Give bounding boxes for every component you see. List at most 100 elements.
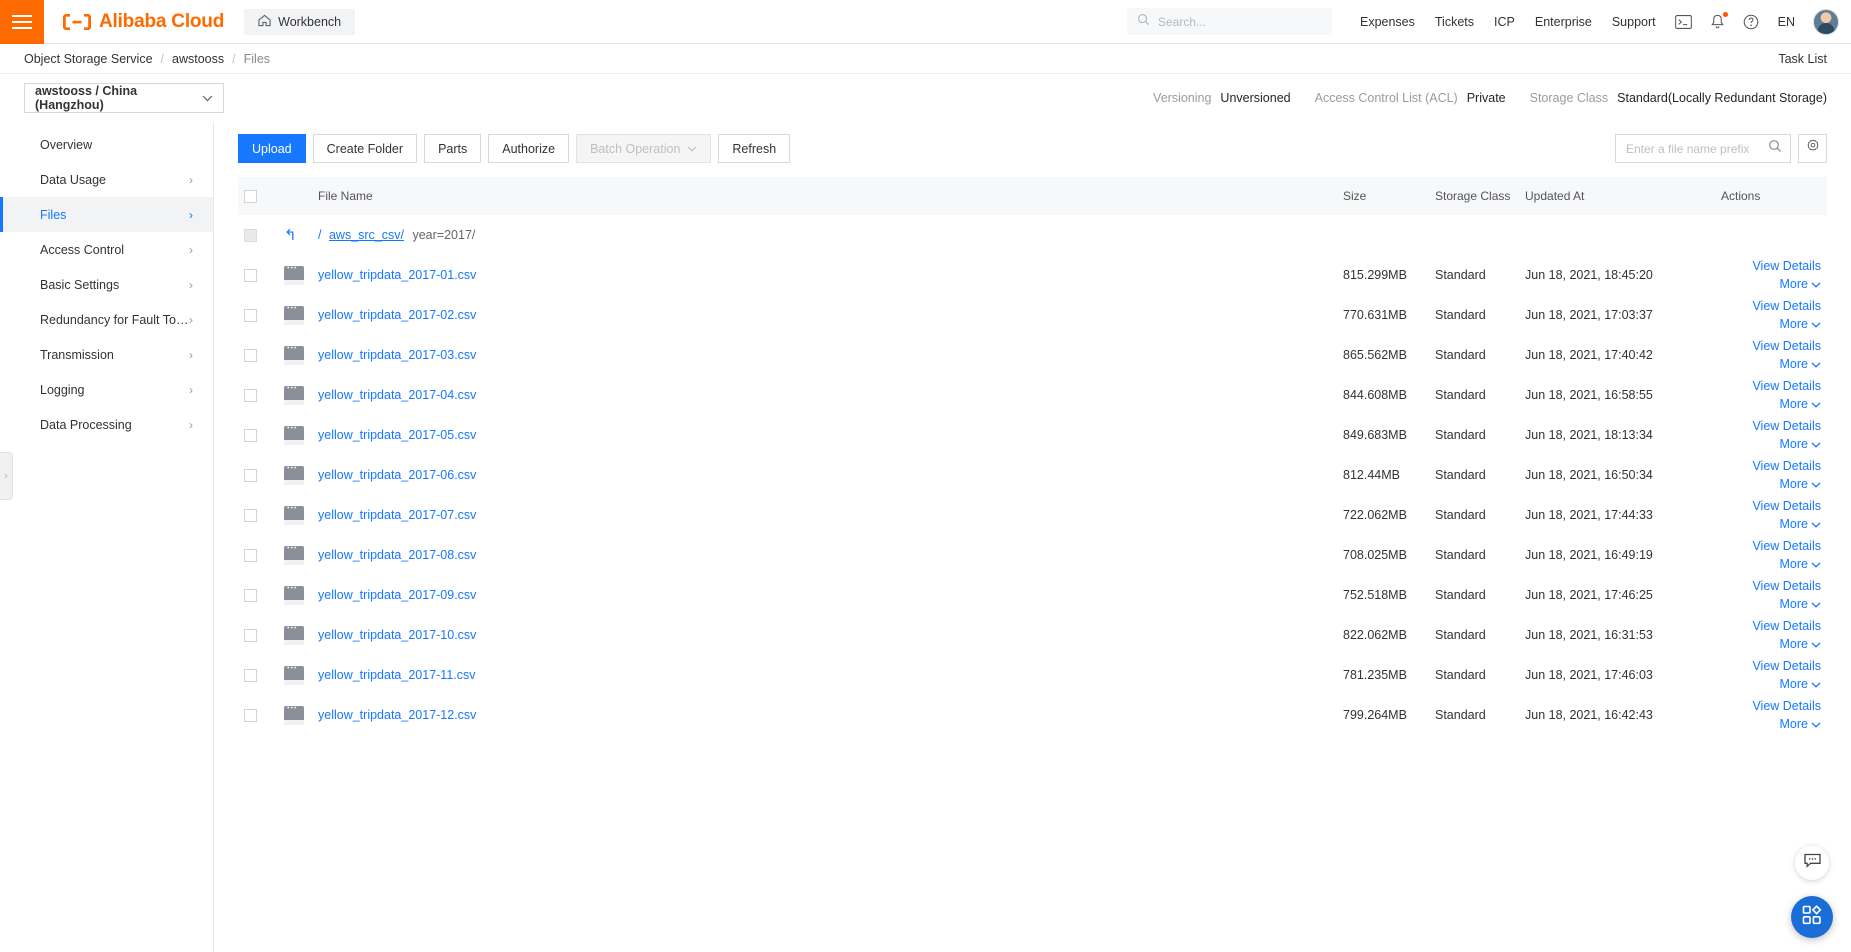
file-name-link[interactable]: yellow_tripdata_2017-07.csv [318,508,476,522]
view-details-link[interactable]: View Details [1721,537,1821,555]
file-name-link[interactable]: yellow_tripdata_2017-05.csv [318,428,476,442]
apps-launcher-button[interactable] [1791,896,1833,938]
row-checkbox[interactable] [244,389,257,403]
bucket-selector[interactable]: awstooss / China (Hangzhou) [24,83,224,113]
more-actions-label: More [1779,316,1808,331]
row-checkbox[interactable] [244,669,257,683]
more-actions-button[interactable]: More [1721,595,1821,614]
row-checkbox[interactable] [244,269,257,283]
chevron-right-icon: › [189,242,193,257]
path-row-checkbox-cell [238,215,278,255]
go-up-arrow-icon[interactable]: ↰ [284,227,297,244]
upload-button[interactable]: Upload [238,134,306,163]
sidebar-collapse-toggle[interactable]: › [0,452,13,500]
row-checkbox[interactable] [244,309,257,323]
path-parent-link[interactable]: aws_src_csv/ [329,228,404,242]
more-actions-button[interactable]: More [1721,515,1821,534]
path-root[interactable]: / [318,228,321,242]
file-name-link[interactable]: yellow_tripdata_2017-10.csv [318,628,476,642]
sidebar-item-access-control[interactable]: Access Control › [0,232,213,267]
chevron-right-icon: › [189,312,193,327]
file-prefix-search[interactable] [1615,134,1791,163]
search-icon[interactable] [1768,139,1782,158]
row-checkbox[interactable] [244,589,257,603]
row-checkbox[interactable] [244,709,257,723]
nav-support[interactable]: Support [1602,15,1666,29]
view-details-link[interactable]: View Details [1721,457,1821,475]
row-checkbox[interactable] [244,469,257,483]
search-icon [1137,13,1150,31]
nav-enterprise[interactable]: Enterprise [1525,15,1602,29]
file-name-link[interactable]: yellow_tripdata_2017-06.csv [318,468,476,482]
brand-logo[interactable]: Alibaba Cloud [62,11,224,33]
create-folder-button[interactable]: Create Folder [312,134,418,163]
view-details-link[interactable]: View Details [1721,417,1821,435]
parts-button[interactable]: Parts [424,134,482,163]
more-actions-button[interactable]: More [1721,715,1821,734]
sidebar-item-data-usage[interactable]: Data Usage › [0,162,213,197]
view-details-link[interactable]: View Details [1721,377,1821,395]
nav-expenses[interactable]: Expenses [1350,15,1425,29]
more-actions-button[interactable]: More [1721,675,1821,694]
language-selector[interactable]: EN [1768,15,1805,29]
user-avatar[interactable] [1813,8,1839,35]
view-details-link[interactable]: View Details [1721,497,1821,515]
view-details-link[interactable]: View Details [1721,697,1821,715]
more-actions-button[interactable]: More [1721,435,1821,454]
table-row: yellow_tripdata_2017-02.csv 770.631MB Stan… [238,295,1827,335]
more-actions-button[interactable]: More [1721,475,1821,494]
file-name-link[interactable]: yellow_tripdata_2017-09.csv [318,588,476,602]
view-details-link[interactable]: View Details [1721,617,1821,635]
file-name-link[interactable]: yellow_tripdata_2017-01.csv [318,268,476,282]
nav-icp[interactable]: ICP [1484,15,1525,29]
more-actions-button[interactable]: More [1721,555,1821,574]
row-checkbox[interactable] [244,629,257,643]
help-icon[interactable] [1734,14,1768,30]
menu-hamburger-icon[interactable] [0,0,44,44]
sidebar-item-logging[interactable]: Logging › [0,372,213,407]
file-name-link[interactable]: yellow_tripdata_2017-11.csv [318,668,476,682]
chat-support-button[interactable] [1795,846,1829,880]
view-details-link[interactable]: View Details [1721,297,1821,315]
more-actions-button[interactable]: More [1721,395,1821,414]
select-all-checkbox[interactable] [244,190,257,204]
workbench-button[interactable]: Workbench [244,8,356,35]
file-size-cell: 781.235MB [1343,668,1407,682]
row-checkbox[interactable] [244,429,257,443]
row-checkbox[interactable] [244,549,257,563]
view-details-link[interactable]: View Details [1721,337,1821,355]
row-checkbox[interactable] [244,509,257,523]
file-name-link[interactable]: yellow_tripdata_2017-02.csv [318,308,476,322]
file-prefix-search-input[interactable] [1626,141,1768,156]
breadcrumb-item-bucket[interactable]: awstooss [172,52,224,66]
file-name-link[interactable]: yellow_tripdata_2017-08.csv [318,548,476,562]
cloud-shell-icon[interactable] [1666,14,1701,29]
home-icon [258,14,271,30]
sidebar-item-overview[interactable]: Overview [0,127,213,162]
nav-tickets[interactable]: Tickets [1425,15,1484,29]
refresh-button[interactable]: Refresh [718,134,791,163]
view-details-link[interactable]: View Details [1721,257,1821,275]
notifications-bell-icon[interactable] [1701,11,1734,30]
view-details-link[interactable]: View Details [1721,577,1821,595]
sidebar-item-basic-settings[interactable]: Basic Settings › [0,267,213,302]
more-actions-button[interactable]: More [1721,315,1821,334]
more-actions-button[interactable]: More [1721,635,1821,654]
table-settings-button[interactable] [1798,134,1827,163]
global-search-input[interactable]: Search... [1126,8,1332,35]
more-actions-button[interactable]: More [1721,355,1821,374]
view-details-link[interactable]: View Details [1721,657,1821,675]
sidebar-item-redundancy-for-fault-tolerance[interactable]: Redundancy for Fault Tolerance › [0,302,213,337]
more-actions-button[interactable]: More [1721,275,1821,294]
sidebar-item-files[interactable]: Files › [0,197,213,232]
file-name-link[interactable]: yellow_tripdata_2017-12.csv [318,708,476,722]
file-name-link[interactable]: yellow_tripdata_2017-04.csv [318,388,476,402]
row-checkbox[interactable] [244,349,257,363]
breadcrumb-item-service[interactable]: Object Storage Service [24,52,153,66]
select-all-header [238,177,278,215]
sidebar-item-data-processing[interactable]: Data Processing › [0,407,213,442]
authorize-button[interactable]: Authorize [488,134,570,163]
sidebar-item-transmission[interactable]: Transmission › [0,337,213,372]
task-list-button[interactable]: Task List [1778,52,1827,66]
file-name-link[interactable]: yellow_tripdata_2017-03.csv [318,348,476,362]
